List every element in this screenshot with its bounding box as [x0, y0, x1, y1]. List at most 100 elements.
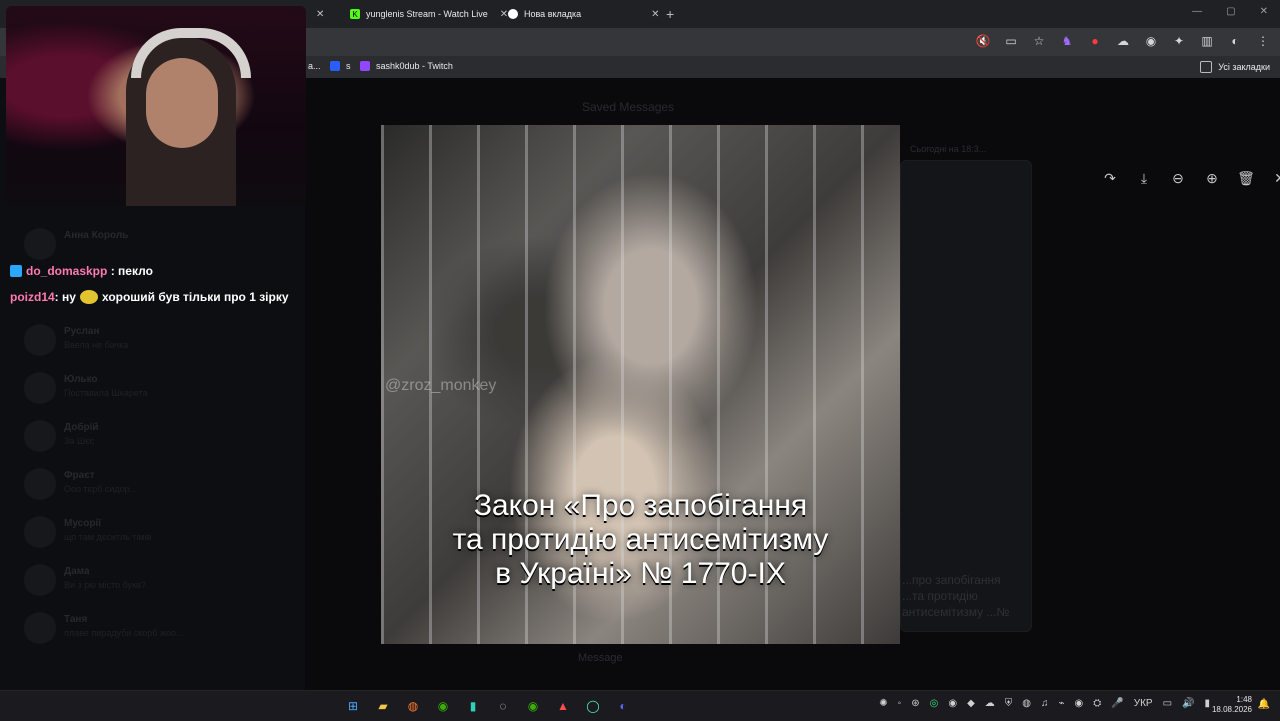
- chat-preview: Ооо тєрб сидор...: [64, 484, 138, 494]
- message-input[interactable]: Message: [578, 652, 623, 664]
- chat-preview: Ввела не бачка: [64, 340, 129, 350]
- chat-list-item[interactable]: Дама Ви з рю місто букв?: [24, 564, 284, 600]
- system-tray: ✺ ◦ ⊛ ◎ ◉ ◆ ☁ ⛨ ◍ ♫ ⌁ ◉ ⛭ 🎤 УКР ▭ 🔊 ▮: [879, 698, 1210, 709]
- share-icon[interactable]: ↷: [1102, 170, 1118, 186]
- date-separator: Сьогодні на 18:3...: [910, 144, 987, 154]
- window-controls: — ▢ ✕: [1192, 6, 1268, 17]
- image-caption-line: Закон «Про запобігання: [473, 489, 808, 522]
- media-viewer-image[interactable]: @zroz_monkey Закон «Про запобігання та п…: [381, 125, 900, 644]
- streamer-webcam: [6, 6, 306, 206]
- avatar: [24, 564, 56, 596]
- maximize-icon[interactable]: ▢: [1226, 6, 1235, 17]
- delete-icon[interactable]: 🗑: [1237, 170, 1255, 186]
- windows-start-icon[interactable]: ⊞: [343, 697, 363, 715]
- chat-list-item[interactable]: Мусорії що там дєситль тімів: [24, 516, 284, 552]
- bookmark-label: sashk0dub - Twitch: [376, 61, 453, 71]
- tab-label: yunglenis Stream - Watch Live: [366, 9, 488, 19]
- tray-icon[interactable]: ⛨: [1005, 698, 1013, 709]
- chat-message: poizd14: ну хороший був тільки про 1 зірк…: [10, 288, 300, 306]
- tray-icon[interactable]: ◦: [898, 698, 902, 709]
- cast-icon[interactable]: ▭: [1004, 34, 1018, 48]
- app-icon[interactable]: ◌: [493, 697, 513, 715]
- tray-icon[interactable]: ⌁: [1059, 698, 1065, 709]
- zoom-out-icon[interactable]: ⊖: [1170, 170, 1186, 186]
- close-tab-icon[interactable]: ✕: [500, 9, 508, 20]
- bookmark-item[interactable]: a...: [308, 61, 321, 71]
- chrome-icon[interactable]: ◉: [433, 697, 453, 715]
- tab-kick-stream[interactable]: K yunglenis Stream - Watch Live ✕: [350, 4, 508, 24]
- tab-previous[interactable]: ✕: [310, 4, 324, 24]
- avatar: [24, 420, 56, 452]
- close-tab-icon[interactable]: ✕: [651, 9, 659, 20]
- tray-icon[interactable]: ◍: [1022, 698, 1031, 709]
- taskbar-clock[interactable]: 1:48 18.08.2026: [1212, 695, 1252, 715]
- taskbar-apps: ⊞ ▰ ◍ ◉ ▮ ◌ ◉ ▲ ◯ ◐: [343, 697, 633, 715]
- battery-icon[interactable]: ▮: [1204, 698, 1210, 709]
- bookmark-label: s: [346, 61, 351, 71]
- app-icon[interactable]: ▲: [553, 697, 573, 715]
- firefox-icon[interactable]: ◍: [403, 697, 423, 715]
- tray-icon[interactable]: ♫: [1041, 698, 1049, 709]
- bookmark-twitch[interactable]: sashk0dub - Twitch: [360, 61, 453, 71]
- extension-cloud-icon[interactable]: ☁: [1116, 34, 1130, 48]
- minimize-icon[interactable]: —: [1192, 6, 1202, 17]
- whatsapp-icon[interactable]: ◎: [930, 698, 939, 709]
- chat-list-item[interactable]: Таня плаве пирадуби скорб жоо...: [24, 612, 284, 648]
- steam-icon[interactable]: ⛭: [1093, 698, 1101, 709]
- extension-rec-icon[interactable]: ◉: [1144, 34, 1158, 48]
- tray-icon[interactable]: ⊛: [911, 698, 919, 709]
- close-tab-icon[interactable]: ✕: [316, 9, 324, 20]
- new-tab-button[interactable]: +: [666, 6, 674, 22]
- chat-header-title: Saved Messages: [582, 100, 675, 114]
- zoom-in-icon[interactable]: ⊕: [1204, 170, 1220, 186]
- app-icon[interactable]: ◯: [583, 697, 603, 715]
- chat-list-item[interactable]: Руслан Ввела не бачка: [24, 324, 284, 360]
- avatar: [24, 516, 56, 548]
- star-icon[interactable]: ☆: [1032, 34, 1046, 48]
- tray-icon[interactable]: ◆: [967, 698, 975, 709]
- chrome-icon[interactable]: ◉: [523, 697, 543, 715]
- message-bubble[interactable]: [900, 160, 1032, 632]
- chat-text: : пекло: [110, 264, 153, 278]
- image-caption-line: та протидію антисемітизму: [452, 523, 829, 556]
- extension-red-icon[interactable]: ●: [1088, 34, 1102, 48]
- chat-preview: що там дєситль тімів: [64, 532, 152, 542]
- chat-list-item[interactable]: Фраєт Ооо тєрб сидор...: [24, 468, 284, 504]
- chat-list-item[interactable]: Анна Король: [24, 228, 284, 264]
- microphone-icon[interactable]: 🎤: [1111, 698, 1123, 709]
- mute-icon[interactable]: 🔇: [976, 34, 991, 48]
- image-caption-line: в Україні» № 1770-IX: [495, 557, 786, 590]
- chat-username: poizd14: [10, 290, 55, 304]
- extensions-puzzle-icon[interactable]: ✦: [1172, 34, 1186, 48]
- bookmark-item[interactable]: s: [330, 61, 351, 71]
- tray-icon[interactable]: ✺: [879, 698, 887, 709]
- bookmark-favicon-icon: [330, 61, 340, 71]
- menu-dots-icon[interactable]: ⋮: [1256, 34, 1270, 48]
- app-icon[interactable]: ▮: [463, 697, 483, 715]
- chat-name: Фраєт: [64, 470, 95, 481]
- file-explorer-icon[interactable]: ▰: [373, 697, 393, 715]
- tray-icon[interactable]: ◉: [1075, 698, 1084, 709]
- profile-icon[interactable]: ◐: [1228, 34, 1242, 48]
- tray-icon[interactable]: ☁: [985, 698, 995, 709]
- language-indicator[interactable]: УКР: [1134, 698, 1153, 709]
- tab-new-tab[interactable]: Нова вкладка ✕: [508, 4, 660, 24]
- volume-icon[interactable]: 🔊: [1182, 698, 1194, 709]
- tray-icon[interactable]: ◉: [948, 698, 957, 709]
- close-icon[interactable]: ✕: [1272, 170, 1280, 186]
- bookmark-label: a...: [308, 61, 321, 71]
- webcam-face: [146, 58, 218, 148]
- image-watermark: @zroz_monkey: [385, 377, 497, 394]
- all-bookmarks[interactable]: Усі закладки: [1200, 61, 1270, 73]
- avatar: [24, 612, 56, 644]
- notifications-icon[interactable]: 🔔: [1258, 699, 1270, 710]
- download-icon[interactable]: ⤓: [1136, 170, 1152, 186]
- network-icon[interactable]: ▭: [1163, 698, 1172, 709]
- twitch-icon: [360, 61, 370, 71]
- extension-purple-icon[interactable]: ♞: [1060, 34, 1074, 48]
- chat-list-item[interactable]: Юлько Поставила Шкарета: [24, 372, 284, 408]
- close-window-icon[interactable]: ✕: [1260, 6, 1268, 17]
- chat-list-item[interactable]: Добрій За Шєс: [24, 420, 284, 456]
- discord-icon[interactable]: ◐: [613, 697, 633, 715]
- sidepanel-icon[interactable]: ▥: [1200, 34, 1214, 48]
